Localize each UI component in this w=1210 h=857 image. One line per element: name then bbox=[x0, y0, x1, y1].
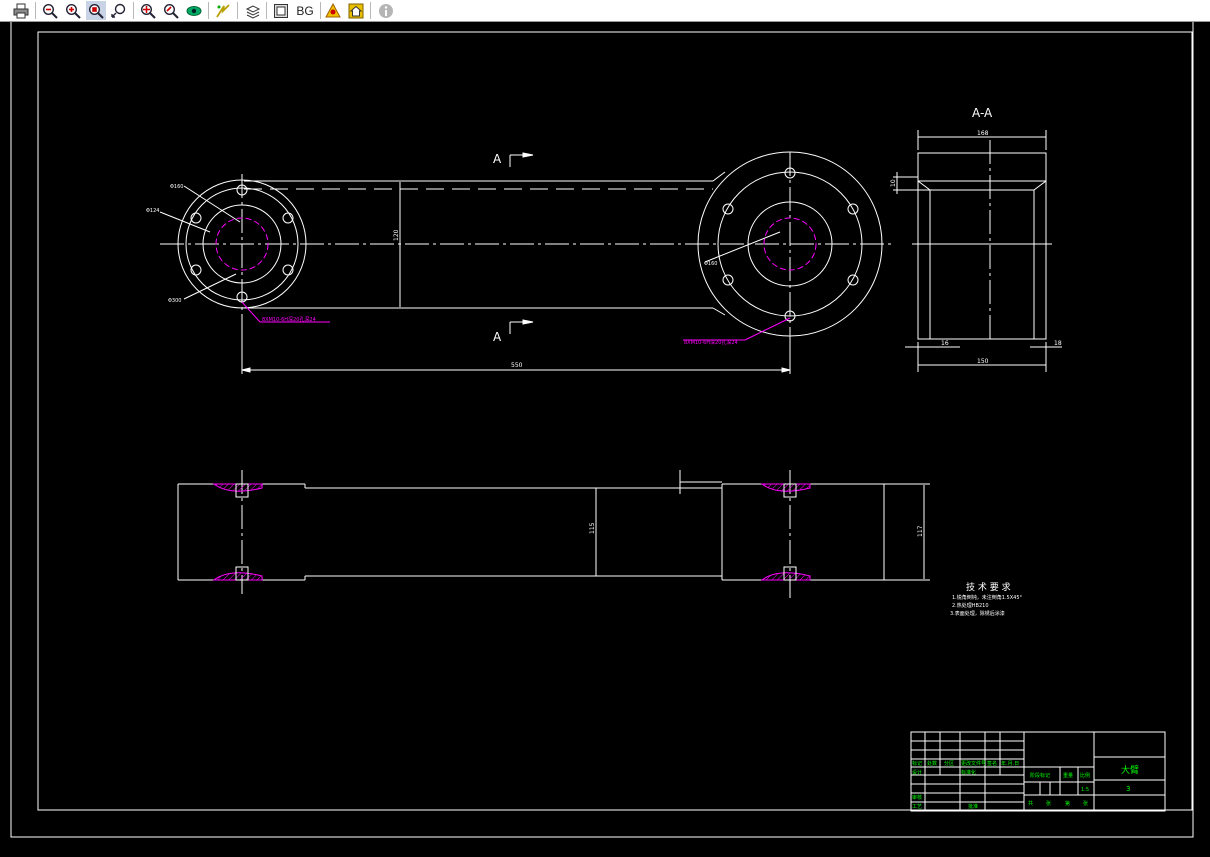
section-mark-label-top: A bbox=[493, 152, 502, 166]
info-icon bbox=[379, 3, 393, 18]
title-block-row-label: 批准 bbox=[968, 803, 978, 810]
title-block-header: 标记 bbox=[912, 760, 922, 767]
layers-button[interactable] bbox=[243, 1, 263, 20]
zoom-window-icon bbox=[88, 3, 104, 19]
bottom-view-hatching bbox=[212, 483, 811, 581]
hole-callout: Φ300 bbox=[168, 298, 181, 304]
zoom-in-button[interactable] bbox=[63, 1, 83, 20]
dimension-section-width-top: 168 bbox=[977, 130, 989, 137]
zoom-window-button[interactable] bbox=[86, 1, 106, 20]
toolbar-separator bbox=[266, 2, 267, 19]
toolbar-separator bbox=[237, 2, 238, 19]
zoom-extents-button[interactable] bbox=[271, 1, 291, 20]
dimension-section-right-offset: 18 bbox=[1054, 340, 1062, 347]
background-button[interactable]: BG bbox=[293, 1, 317, 20]
title-block-header: 年.月.日 bbox=[1001, 760, 1019, 767]
title-block-header: 更改文件号 bbox=[961, 760, 986, 767]
hole-callout: Φ160 bbox=[704, 261, 717, 267]
sheet-label: 张 bbox=[1083, 800, 1088, 807]
title-block-header: 签名 bbox=[987, 760, 997, 767]
front-view bbox=[159, 151, 893, 374]
toolbar-separator bbox=[370, 2, 371, 19]
sheet-number: 3 bbox=[1126, 785, 1130, 793]
dimension-section-left-offset: 16 bbox=[941, 340, 949, 347]
toolbar-separator bbox=[208, 2, 209, 19]
zoom-realtime-button[interactable] bbox=[109, 1, 129, 20]
hole-callout: Φ124 bbox=[146, 208, 159, 214]
pan-button[interactable] bbox=[138, 1, 158, 20]
tech-requirements-line: 2.热处理HB210 bbox=[952, 602, 989, 609]
home-icon bbox=[348, 3, 364, 18]
toolbar-separator bbox=[133, 2, 134, 19]
title-block-row-label: 设计 bbox=[912, 769, 922, 776]
toolbar-separator bbox=[320, 2, 321, 19]
dimension-bottom-height-right: 117 bbox=[917, 525, 924, 537]
dimension-overall-length: 550 bbox=[511, 362, 523, 369]
tech-requirements-line: 3.表面处理，除锈后涂漆 bbox=[950, 610, 1005, 617]
dimension-bottom-height-mid: 115 bbox=[589, 522, 596, 534]
print-button[interactable] bbox=[11, 1, 31, 20]
zoom-out-button[interactable] bbox=[40, 1, 60, 20]
section-mark-label-bottom: A bbox=[493, 330, 502, 344]
dimension-section-top: 10 bbox=[890, 179, 897, 187]
part-name: 大臂 bbox=[1121, 764, 1139, 776]
dimension-arm-height: 120 bbox=[393, 229, 400, 241]
leader-note: 8XM10-6H深20孔深24 bbox=[684, 339, 738, 346]
zoom-previous-button[interactable] bbox=[161, 1, 181, 20]
sheet-label: 张 bbox=[1046, 800, 1051, 807]
sheet-label: 共 bbox=[1028, 800, 1033, 807]
viewer-toolbar: BG bbox=[0, 0, 1210, 22]
view-eye-button[interactable] bbox=[184, 1, 204, 20]
background-button-label: BG bbox=[296, 3, 314, 18]
sheet-label: 第 bbox=[1065, 800, 1070, 807]
title-block-row-label: 工艺 bbox=[912, 804, 922, 810]
zoom-out-icon bbox=[42, 3, 58, 19]
stage-header: 比例 bbox=[1080, 772, 1090, 779]
dimension-section-width-bottom: 150 bbox=[977, 358, 989, 365]
home-button[interactable] bbox=[346, 1, 366, 20]
pan-icon bbox=[140, 3, 156, 19]
regen-icon bbox=[216, 3, 230, 17]
zoom-realtime-icon bbox=[111, 3, 126, 18]
view-eye-icon bbox=[186, 5, 202, 16]
info-button[interactable] bbox=[376, 1, 396, 20]
title-block-header: 处数 bbox=[927, 760, 937, 767]
section-view-a-a bbox=[893, 130, 1062, 372]
sheet-borders bbox=[10, 22, 1194, 838]
zoom-previous-icon bbox=[163, 3, 179, 19]
title-block-row-label: 审核 bbox=[912, 794, 922, 801]
named-views-icon bbox=[325, 2, 341, 17]
section-title: A-A bbox=[972, 106, 993, 120]
regen-button[interactable] bbox=[213, 1, 233, 20]
leader-note: 8XM10-6H深20孔深24 bbox=[262, 316, 316, 323]
stage-header: 阶段标记 bbox=[1030, 772, 1050, 779]
bottom-view bbox=[177, 470, 930, 598]
toolbar-separator bbox=[35, 2, 36, 19]
print-icon bbox=[13, 3, 29, 18]
title-block-row-label: 标准化 bbox=[961, 769, 976, 776]
zoom-extents-icon bbox=[274, 3, 288, 18]
zoom-in-icon bbox=[65, 3, 81, 19]
tech-requirements-title: 技 术 要 求 bbox=[966, 581, 1011, 593]
hole-callout: Φ160 bbox=[170, 184, 183, 190]
stage-header: 重量 bbox=[1063, 772, 1073, 779]
named-views-button[interactable] bbox=[323, 1, 343, 20]
title-block-header: 分区 bbox=[944, 760, 954, 767]
title-block-scale: 1:5 bbox=[1081, 787, 1089, 793]
layers-icon bbox=[245, 4, 261, 19]
drawing-canvas[interactable]: A A Φ160 Φ124 Φ300 Φ160 8XM10-6H深20孔深24 … bbox=[0, 22, 1210, 857]
tech-requirements-line: 1.锐角倒钝，未注倒角1.5X45° bbox=[952, 594, 1023, 601]
